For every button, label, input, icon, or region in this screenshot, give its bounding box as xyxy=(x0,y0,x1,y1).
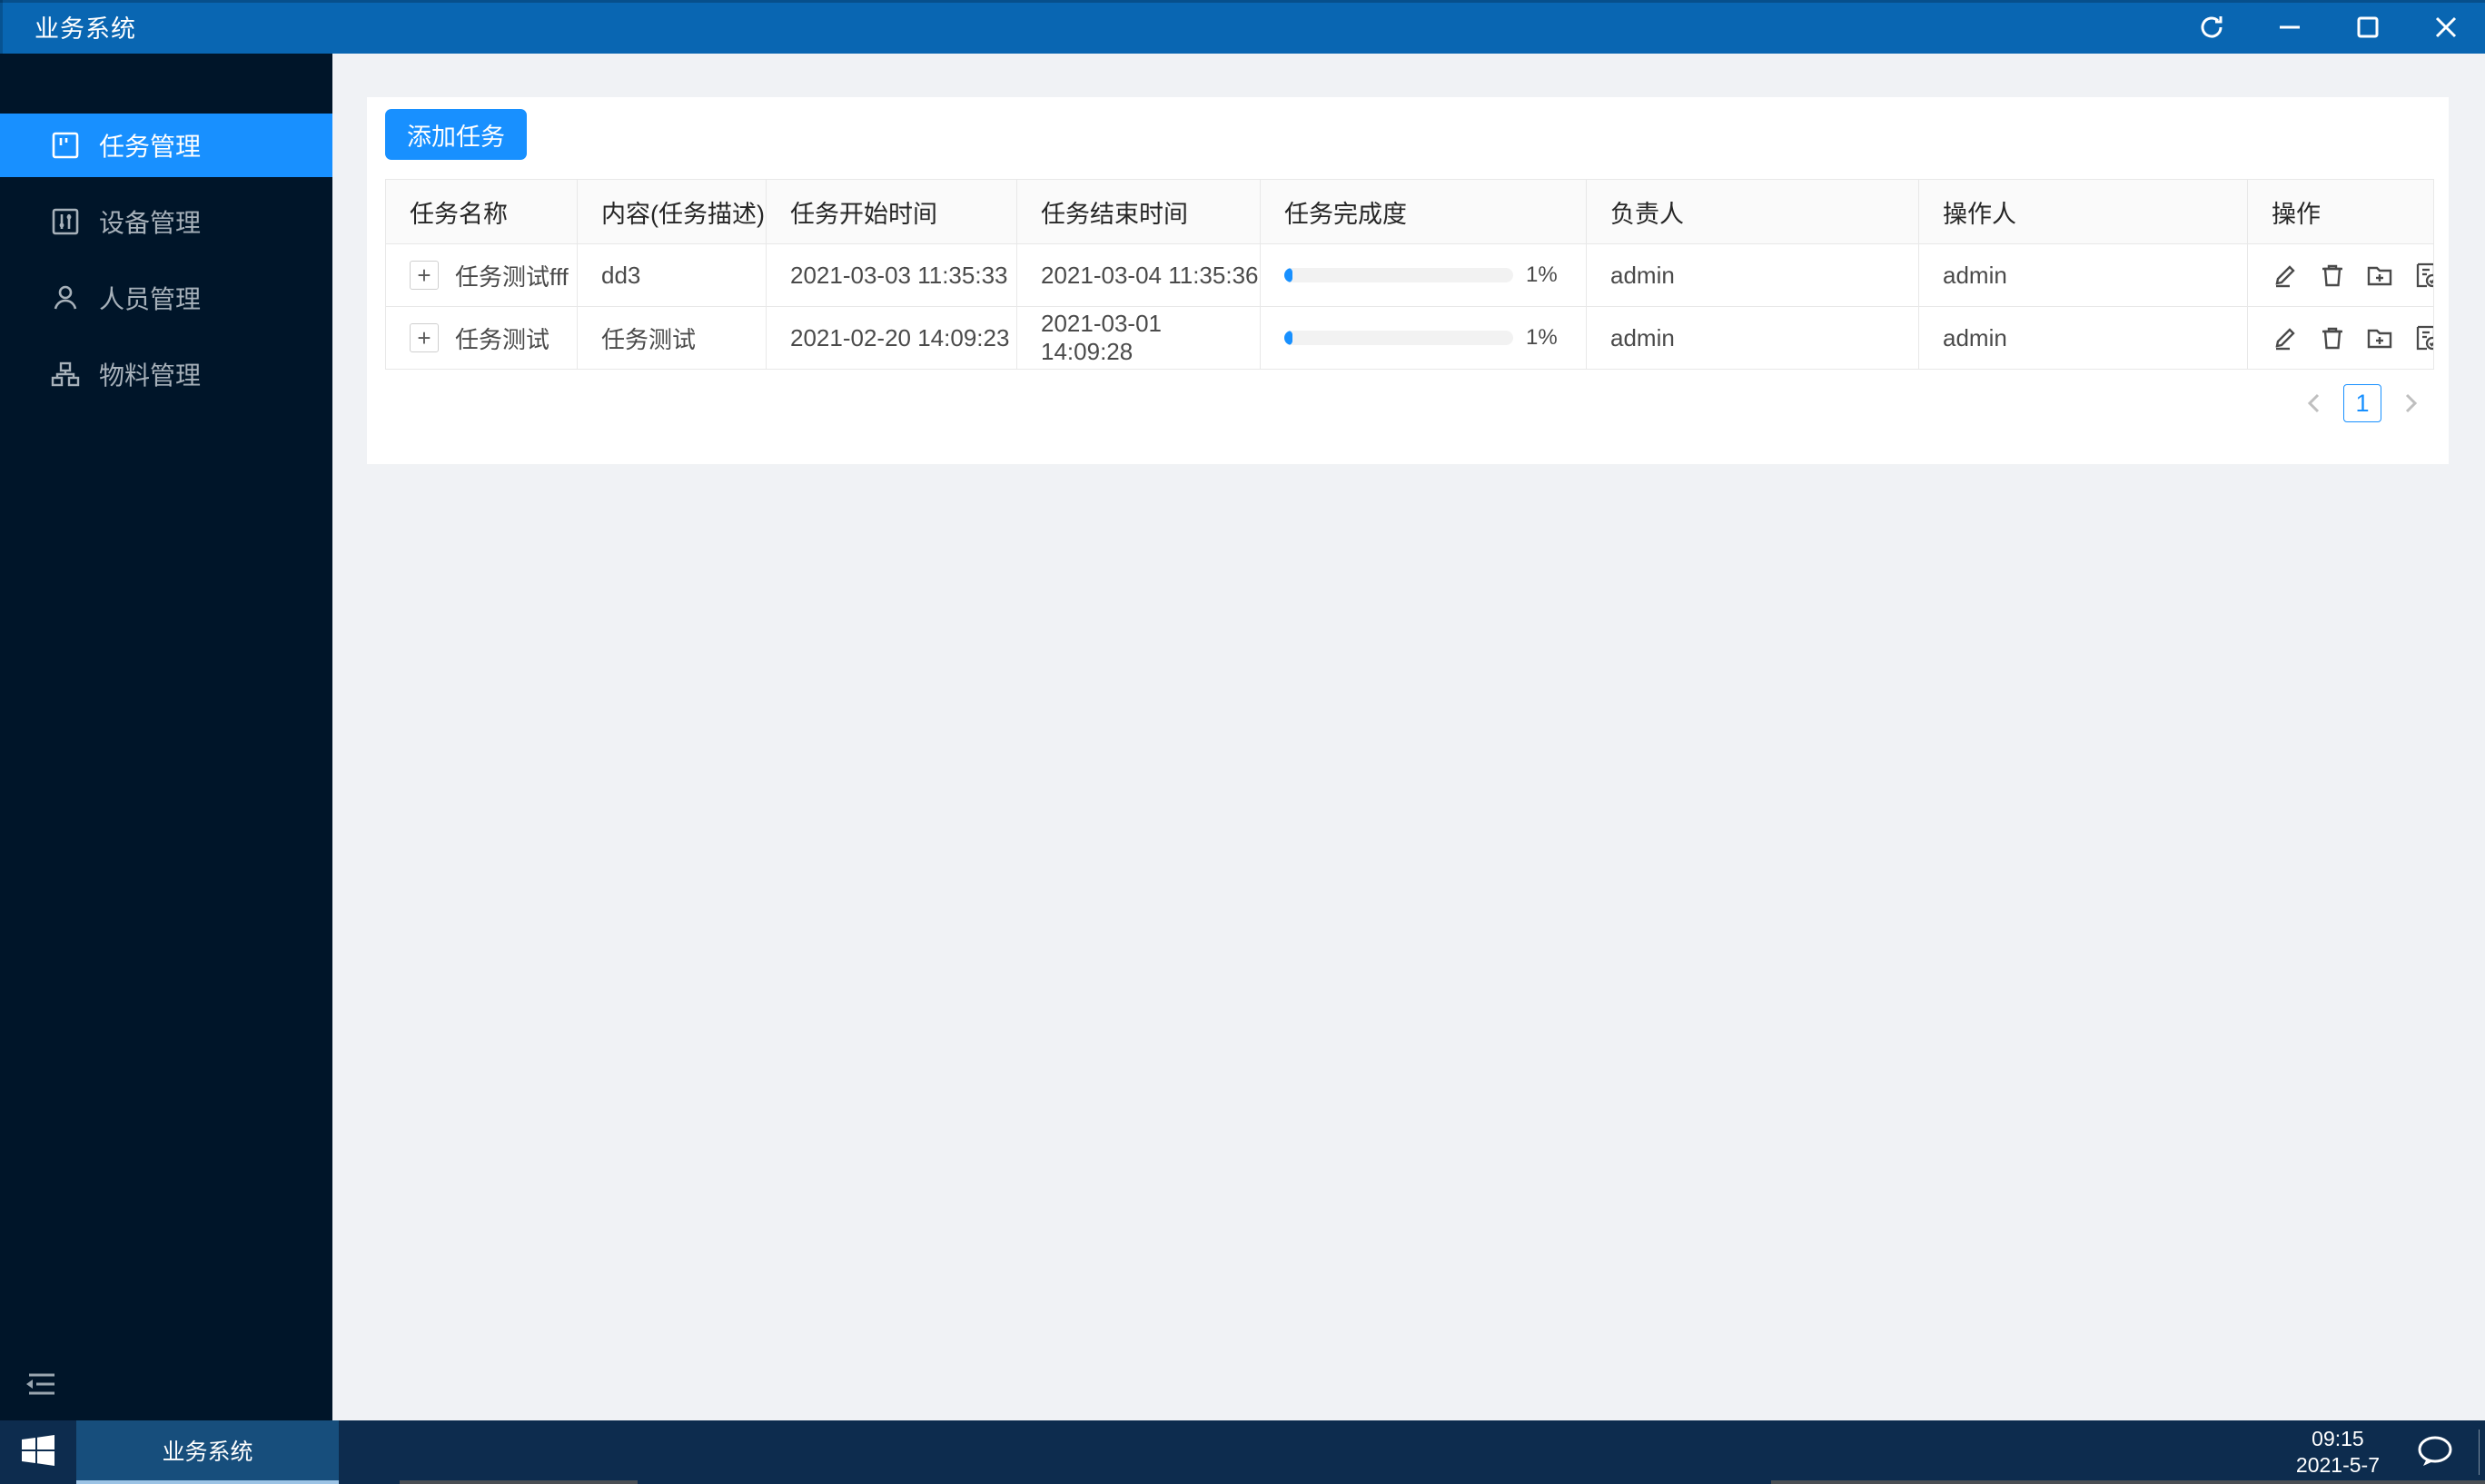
task-progress: 1% xyxy=(1284,325,1586,351)
task-description: 任务测试 xyxy=(578,307,767,370)
sidebar-item-material-management[interactable]: 物料管理 xyxy=(0,342,332,406)
row-actions xyxy=(2248,307,2433,370)
column-header: 操作人 xyxy=(1919,180,2248,244)
sidebar-item-label: 任务管理 xyxy=(99,133,202,161)
edit-icon[interactable] xyxy=(2272,262,2299,289)
background-window-strip xyxy=(400,1480,638,1484)
row-actions xyxy=(2248,244,2433,307)
taskbar-clock[interactable]: 09:15 2021-5-7 xyxy=(2296,1426,2380,1479)
background-window-strip xyxy=(1771,1480,2485,1484)
desktop-screen: 业务系统 任务管理 设备管理 人员管理 物料管理 添加任务 任务名称 内容(任务… xyxy=(0,0,2485,1484)
maximize-button[interactable] xyxy=(2329,0,2407,54)
column-header: 操作 xyxy=(2248,180,2433,244)
task-name: 任务测试fff xyxy=(455,262,569,291)
file-done-icon[interactable] xyxy=(2413,262,2433,289)
edit-icon[interactable] xyxy=(2272,324,2299,351)
taskbar-separator xyxy=(2479,1430,2480,1475)
task-name: 任务测试 xyxy=(455,325,550,353)
table-row: + 任务测试 任务测试 2021-02-20 14:09:23 2021-03-… xyxy=(386,307,2433,370)
delete-icon[interactable] xyxy=(2319,262,2346,289)
task-owner: admin xyxy=(1587,244,1919,307)
clock-time: 09:15 xyxy=(2312,1427,2364,1450)
progress-track xyxy=(1284,331,1513,345)
task-progress: 1% xyxy=(1284,262,1586,288)
chat-bubble-icon[interactable] xyxy=(2414,1433,2456,1471)
folder-add-icon[interactable] xyxy=(2366,324,2393,351)
sidebar-item-label: 设备管理 xyxy=(99,209,202,237)
progress-label: 1% xyxy=(1526,325,1558,350)
column-header: 任务开始时间 xyxy=(767,180,1017,244)
task-operator: admin xyxy=(1919,244,2248,307)
window-title: 业务系统 xyxy=(35,15,136,43)
column-header: 任务名称 xyxy=(386,180,578,244)
task-start-time: 2021-03-03 11:35:33 xyxy=(767,244,1017,307)
sidebar-collapse-button[interactable] xyxy=(24,1368,60,1400)
progress-label: 1% xyxy=(1526,262,1558,287)
task-description: dd3 xyxy=(578,244,767,307)
column-header: 负责人 xyxy=(1587,180,1919,244)
task-operator: admin xyxy=(1919,307,2248,370)
page-number[interactable]: 1 xyxy=(2343,384,2381,422)
sidebar-item-device-management[interactable]: 设备管理 xyxy=(0,190,332,253)
minimize-icon xyxy=(2276,14,2303,41)
user-icon xyxy=(50,282,81,313)
pagination: 1 xyxy=(2298,384,2427,422)
add-task-button[interactable]: 添加任务 xyxy=(385,109,527,160)
task-panel: 添加任务 任务名称 内容(任务描述) 任务开始时间 任务结束时间 任务完成度 负… xyxy=(367,97,2449,464)
previous-page-button[interactable] xyxy=(2298,385,2331,421)
next-page-button[interactable] xyxy=(2394,385,2427,421)
sidebar-item-task-management[interactable]: 任务管理 xyxy=(0,114,332,177)
window-titlebar: 业务系统 xyxy=(0,0,2485,54)
column-header: 任务结束时间 xyxy=(1017,180,1261,244)
progress-fill xyxy=(1284,268,1292,282)
column-header: 任务完成度 xyxy=(1261,180,1587,244)
file-done-icon[interactable] xyxy=(2413,324,2433,351)
close-button[interactable] xyxy=(2407,0,2485,54)
clock-date: 2021-5-7 xyxy=(2295,1453,2380,1477)
task-start-time: 2021-02-20 14:09:23 xyxy=(767,307,1017,370)
sidebar-menu: 任务管理 设备管理 人员管理 物料管理 xyxy=(0,114,332,419)
refresh-icon xyxy=(2198,14,2225,41)
main-content: 添加任务 任务名称 内容(任务描述) 任务开始时间 任务结束时间 任务完成度 负… xyxy=(332,54,2485,1420)
task-end-time: 2021-03-04 11:35:36 xyxy=(1017,244,1261,307)
windows-start-icon xyxy=(21,1434,55,1470)
table-row: + 任务测试fff dd3 2021-03-03 11:35:33 2021-0… xyxy=(386,244,2433,307)
expand-row-button[interactable]: + xyxy=(410,261,439,290)
progress-fill xyxy=(1284,331,1292,345)
control-icon xyxy=(50,206,81,237)
menu-fold-icon xyxy=(24,1373,60,1404)
taskbar-app-label: 业务系统 xyxy=(162,1439,253,1465)
sidebar-item-personnel-management[interactable]: 人员管理 xyxy=(0,266,332,330)
start-button[interactable] xyxy=(20,1434,56,1470)
minimize-button[interactable] xyxy=(2251,0,2329,54)
sidebar: 任务管理 设备管理 人员管理 物料管理 xyxy=(0,54,332,1420)
refresh-button[interactable] xyxy=(2173,0,2251,54)
window-controls xyxy=(2173,0,2485,54)
sidebar-item-label: 人员管理 xyxy=(99,285,202,313)
maximize-icon xyxy=(2354,14,2381,41)
cluster-icon xyxy=(50,359,81,390)
taskbar-app-item[interactable]: 业务系统 xyxy=(76,1420,339,1484)
task-table: 任务名称 内容(任务描述) 任务开始时间 任务结束时间 任务完成度 负责人 操作… xyxy=(385,179,2434,370)
task-end-time: 2021-03-01 14:09:28 xyxy=(1017,307,1261,370)
project-icon xyxy=(50,130,81,161)
task-owner: admin xyxy=(1587,307,1919,370)
close-icon xyxy=(2432,14,2460,41)
taskbar: 业务系统 09:15 2021-5-7 xyxy=(0,1420,2485,1484)
sidebar-item-label: 物料管理 xyxy=(99,361,202,390)
table-header-row: 任务名称 内容(任务描述) 任务开始时间 任务结束时间 任务完成度 负责人 操作… xyxy=(386,180,2433,244)
delete-icon[interactable] xyxy=(2319,324,2346,351)
progress-track xyxy=(1284,268,1513,282)
column-header: 内容(任务描述) xyxy=(578,180,767,244)
expand-row-button[interactable]: + xyxy=(410,323,439,352)
folder-add-icon[interactable] xyxy=(2366,262,2393,289)
